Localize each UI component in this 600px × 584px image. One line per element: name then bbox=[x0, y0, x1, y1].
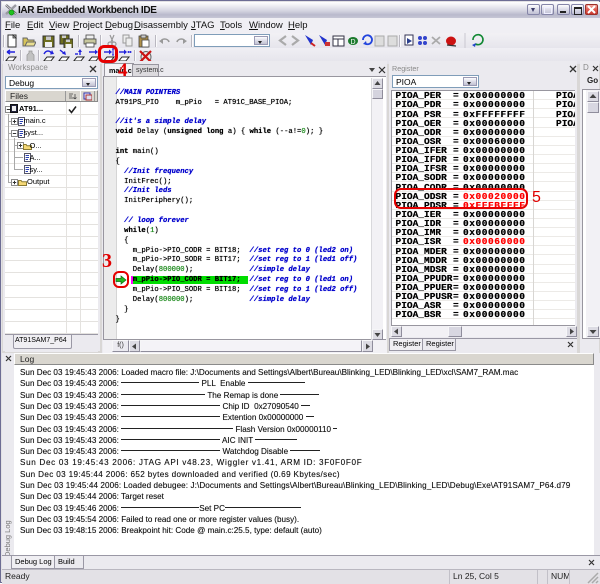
svg-text:D: D bbox=[351, 39, 356, 46]
